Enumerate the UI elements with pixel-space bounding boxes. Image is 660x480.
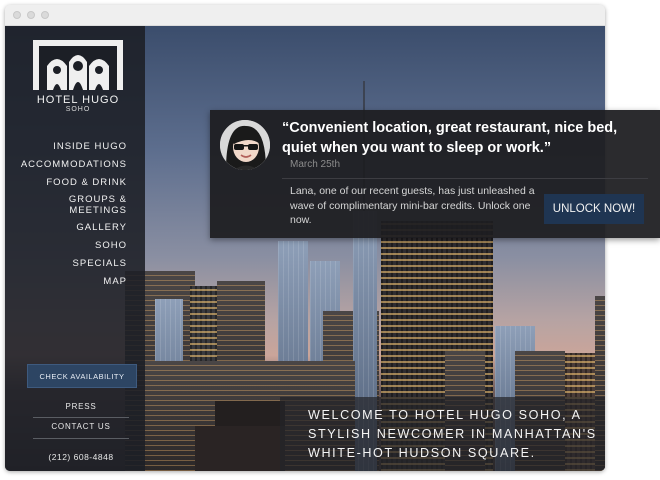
- sidebar-divider: [33, 438, 129, 439]
- press-link[interactable]: PRESS: [27, 402, 135, 411]
- review-quote-line-1: “Convenient location, great restaurant, …: [282, 120, 618, 136]
- nav-gallery[interactable]: GALLERY: [21, 219, 127, 237]
- promo-message: Lana, one of our recent guests, has just…: [290, 185, 535, 226]
- review-date: March 25th: [290, 159, 341, 170]
- guest-avatar: [220, 120, 270, 170]
- maximize-window-dot[interactable]: [41, 11, 49, 19]
- window-titlebar: [5, 5, 605, 26]
- welcome-line-2: STYLISH NEWCOMER IN MANHATTAN'S: [308, 427, 597, 441]
- brand-name: HOTEL HUGO: [36, 94, 120, 106]
- hotel-homepage: HOTEL HUGO SOHO INSIDE HUGO ACCOMMODATIO…: [5, 26, 605, 471]
- guest-review-card: “Convenient location, great restaurant, …: [210, 110, 660, 238]
- review-quote: “Convenient location, great restaurant, …: [282, 119, 652, 158]
- nav-specials[interactable]: SPECIALS: [21, 255, 127, 273]
- unlock-now-button[interactable]: UNLOCK NOW!: [544, 194, 644, 224]
- nav-groups-meetings[interactable]: GROUPS & MEETINGS: [21, 192, 127, 219]
- review-divider: [282, 178, 648, 179]
- welcome-text: WELCOME TO HOTEL HUGO SOHO, A STYLISH NE…: [308, 406, 598, 463]
- welcome-line-3: WHITE-HOT HUDSON SQUARE.: [308, 446, 536, 460]
- close-window-dot[interactable]: [13, 11, 21, 19]
- brand-location: SOHO: [65, 106, 91, 113]
- nav-soho[interactable]: SOHO: [21, 237, 127, 255]
- browser-window: HOTEL HUGO SOHO INSIDE HUGO ACCOMMODATIO…: [5, 5, 605, 471]
- nav-groups-line1: GROUPS &: [68, 194, 127, 205]
- review-quote-line-2: quiet when you want to sleep or work.”: [282, 139, 552, 156]
- hotel-logo[interactable]: [33, 40, 123, 90]
- minimize-window-dot[interactable]: [27, 11, 35, 19]
- nav-groups-line2: MEETINGS: [69, 205, 127, 216]
- nav-map[interactable]: MAP: [21, 273, 127, 291]
- nav-food-drink[interactable]: FOOD & DRINK: [21, 174, 127, 192]
- nav-inside-hugo[interactable]: INSIDE HUGO: [21, 138, 127, 156]
- sidebar-divider: [33, 417, 129, 418]
- nav-accommodations[interactable]: ACCOMMODATIONS: [21, 156, 127, 174]
- sidebar: HOTEL HUGO SOHO INSIDE HUGO ACCOMMODATIO…: [5, 26, 145, 471]
- main-nav: INSIDE HUGO ACCOMMODATIONS FOOD & DRINK …: [21, 138, 127, 291]
- check-availability-button[interactable]: CHECK AVAILABILITY: [27, 364, 137, 388]
- phone-number[interactable]: (212) 608-4848: [27, 452, 135, 462]
- welcome-line-1: WELCOME TO HOTEL HUGO SOHO, A: [308, 408, 582, 422]
- contact-us-link[interactable]: CONTACT US: [27, 422, 135, 431]
